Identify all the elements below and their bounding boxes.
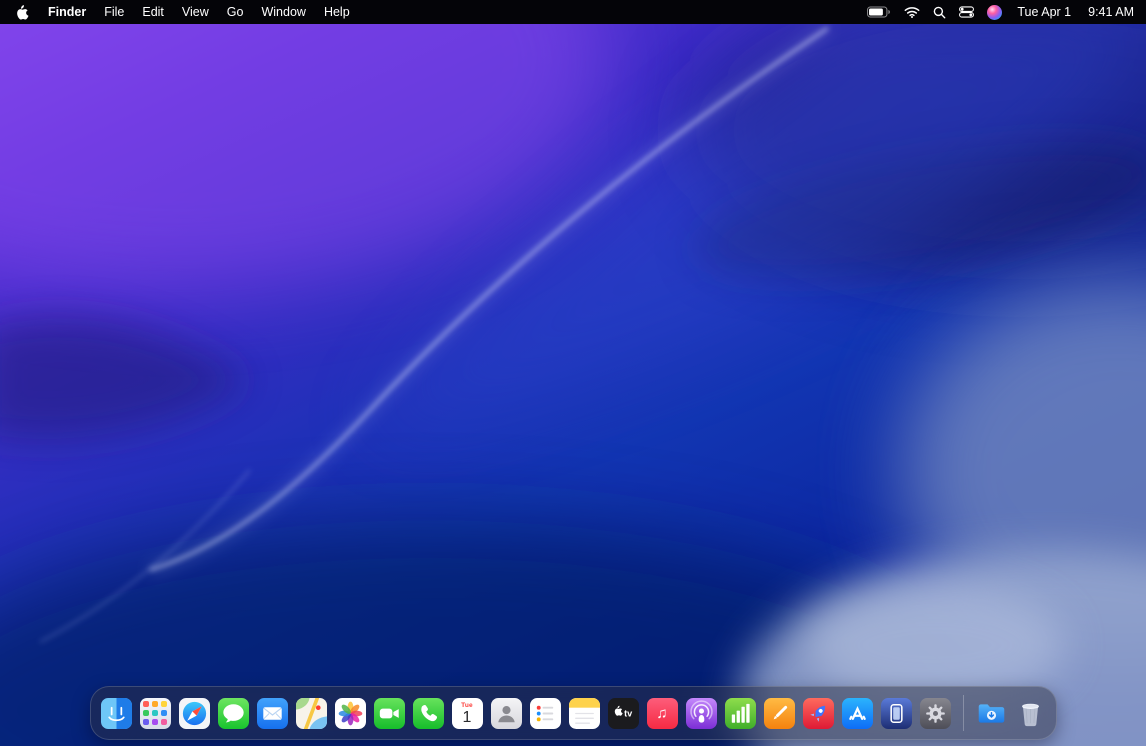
- music-note-glyph: ♫: [656, 706, 667, 721]
- maps-icon[interactable]: [296, 698, 327, 729]
- mail-icon[interactable]: [257, 698, 288, 729]
- reminders-icon[interactable]: [530, 698, 561, 729]
- apple-logo-icon: [16, 5, 29, 20]
- menu-view[interactable]: View: [173, 0, 218, 24]
- menu-bar-clock[interactable]: 9:41 AM: [1086, 0, 1134, 24]
- podcasts-icon[interactable]: [686, 698, 717, 729]
- menu-bar: Finder File Edit View Go Window Help: [0, 0, 1146, 24]
- calendar-day: 1: [463, 710, 472, 727]
- phone-icon[interactable]: [413, 698, 444, 729]
- spotlight-icon[interactable]: [933, 6, 946, 19]
- menu-help[interactable]: Help: [315, 0, 359, 24]
- menu-edit[interactable]: Edit: [133, 0, 173, 24]
- app-menu-title[interactable]: Finder: [39, 0, 95, 24]
- launchpad-icon[interactable]: [140, 698, 171, 729]
- desktop: Finder File Edit View Go Window Help: [0, 0, 1146, 746]
- app-store-icon[interactable]: [842, 698, 873, 729]
- games-icon[interactable]: [803, 698, 834, 729]
- system-settings-icon[interactable]: [920, 698, 951, 729]
- downloads-folder-icon[interactable]: [976, 698, 1007, 729]
- siri-orb: [987, 5, 1002, 20]
- dock-separator: [963, 695, 964, 731]
- numbers-icon[interactable]: [725, 698, 756, 729]
- menu-go[interactable]: Go: [218, 0, 253, 24]
- menu-bar-status: Tue Apr 1 9:41 AM: [867, 0, 1136, 24]
- music-icon[interactable]: ♫: [647, 698, 678, 729]
- apple-menu[interactable]: [10, 5, 39, 20]
- notes-icon[interactable]: [569, 698, 600, 729]
- calendar-icon[interactable]: Tue 1: [452, 698, 483, 729]
- tv-label: tv: [624, 708, 633, 718]
- facetime-icon[interactable]: [374, 698, 405, 729]
- menu-file[interactable]: File: [95, 0, 133, 24]
- dock: Tue 1: [90, 686, 1057, 740]
- messages-icon[interactable]: [218, 698, 249, 729]
- wallpaper-art: [0, 0, 1146, 746]
- desktop-wallpaper[interactable]: [0, 0, 1146, 746]
- launchpad-grid: [143, 701, 167, 725]
- safari-icon[interactable]: [179, 698, 210, 729]
- siri-icon[interactable]: [987, 5, 1002, 20]
- apple-tv-icon[interactable]: tv: [608, 698, 639, 729]
- contacts-icon[interactable]: [491, 698, 522, 729]
- menu-window[interactable]: Window: [252, 0, 314, 24]
- menu-bar-left: Finder File Edit View Go Window Help: [10, 0, 359, 24]
- dock-area: Tue 1: [0, 686, 1146, 740]
- finder-icon[interactable]: [101, 698, 132, 729]
- photos-icon[interactable]: [335, 698, 366, 729]
- battery-icon[interactable]: [867, 6, 891, 18]
- menu-bar-date[interactable]: Tue Apr 1: [1015, 0, 1073, 24]
- trash-icon[interactable]: [1015, 698, 1046, 729]
- iphone-mirroring-icon[interactable]: [881, 698, 912, 729]
- control-center-icon[interactable]: [959, 6, 974, 18]
- pages-icon[interactable]: [764, 698, 795, 729]
- wifi-icon[interactable]: [904, 6, 920, 18]
